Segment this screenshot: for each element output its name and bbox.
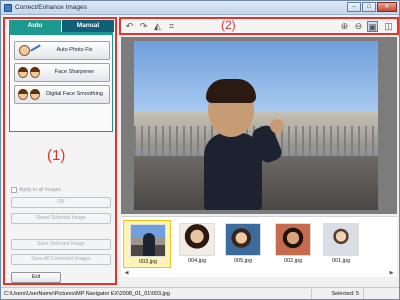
face-sharpener-button[interactable]: Face Sharpener [14,63,110,82]
status-selected-count: Selected: 5 [331,291,359,297]
thumbnail-label: 005.jpg [233,258,253,264]
thumbnail-image [130,224,166,257]
thumbnail-image [179,223,215,256]
thumbnail-image [323,223,359,256]
thumbnail-item[interactable]: 001.jpg [317,220,365,268]
ok-button[interactable]: OK [11,197,111,208]
scroll-right-icon[interactable]: ▶ [388,270,395,277]
invert-icon[interactable]: ◭ [152,21,163,32]
image-preview-area[interactable] [121,37,397,214]
auto-photo-fix-icon [18,44,42,58]
thumbnail-label: 001.jpg [331,258,351,264]
correct-enhance-window: Correct/Enhance Images – □ ✕ Auto Manual… [0,0,400,300]
compare-view-icon[interactable]: ◫ [383,21,394,32]
thumbnail-item[interactable]: 002.jpg [269,220,317,268]
preview-photo [134,41,378,210]
digital-face-smoothing-button[interactable]: Digital Face Smoothing [14,85,110,104]
close-button[interactable]: ✕ [377,2,397,12]
auto-tools-area: Auto Photo Fix Face Sharpener Digital Fa… [9,32,113,132]
save-all-corrected-images-button[interactable]: Save All Corrected Images [11,254,111,265]
tab-auto[interactable]: Auto [9,20,61,32]
apply-all-label: Apply to all images [19,187,61,193]
callout-1: (1) [47,147,66,164]
thumbnail-item[interactable]: 005.jpg [219,220,267,268]
trim-icon[interactable]: ⌗ [166,21,177,32]
title-bar: Correct/Enhance Images – □ ✕ [1,1,399,15]
status-file-path: C:\Users\UserName\Pictures\MP Navigator … [4,291,170,297]
whole-image-view-icon[interactable]: ▣ [367,21,378,32]
status-bar: C:\Users\UserName\Pictures\MP Navigator … [1,287,399,299]
reset-selected-image-button[interactable]: Reset Selected Image [11,213,111,224]
thumbnail-image [225,223,261,256]
auto-photo-fix-button[interactable]: Auto Photo Fix [14,41,110,60]
app-icon [4,4,12,12]
auto-photo-fix-label: Auto Photo Fix [56,47,93,53]
exit-button[interactable]: Exit [11,272,61,283]
scroll-left-icon[interactable]: ◀ [123,270,130,277]
thumbnail-label: 002.jpg [283,258,303,264]
thumbnail-label: 003.jpg [138,259,158,265]
window-controls: – □ ✕ [347,2,397,13]
thumbnail-item[interactable]: 004.jpg [173,220,221,268]
tab-manual[interactable]: Manual [62,20,114,32]
image-toolbar: ↶ ↷ ◭ ⌗ (2) ⊕ ⊖ ▣ ◫ [119,17,399,35]
rotate-left-icon[interactable]: ↶ [124,21,135,32]
callout-2: (2) [221,18,236,32]
thumbnail-strip: 003.jpg 004.jpg 005.jpg 002.jpg 001.jpg … [121,216,397,277]
thumbnail-item[interactable]: 003.jpg [123,220,171,268]
save-selected-image-button[interactable]: Save Selected Image [11,239,111,250]
apply-all-checkbox[interactable] [11,187,17,193]
face-sharpener-label: Face Sharpener [54,69,95,75]
minimize-button[interactable]: – [347,2,361,12]
thumbnail-image [275,223,311,256]
apply-all-option[interactable]: Apply to all images [11,186,61,194]
correction-panel: Auto Manual Auto Photo Fix Face Sharpene… [3,17,117,285]
digital-face-smoothing-label: Digital Face Smoothing [46,91,103,97]
thumbnail-label: 004.jpg [187,258,207,264]
thumbnail-scrollbar[interactable]: ◀ ▶ [121,270,397,277]
rotate-right-icon[interactable]: ↷ [138,21,149,32]
maximize-button[interactable]: □ [362,2,376,12]
face-sharpener-icon [18,66,42,80]
window-title: Correct/Enhance Images [15,4,87,11]
face-smoothing-icon [18,88,42,102]
zoom-out-icon[interactable]: ⊖ [353,21,364,32]
zoom-in-icon[interactable]: ⊕ [339,21,350,32]
